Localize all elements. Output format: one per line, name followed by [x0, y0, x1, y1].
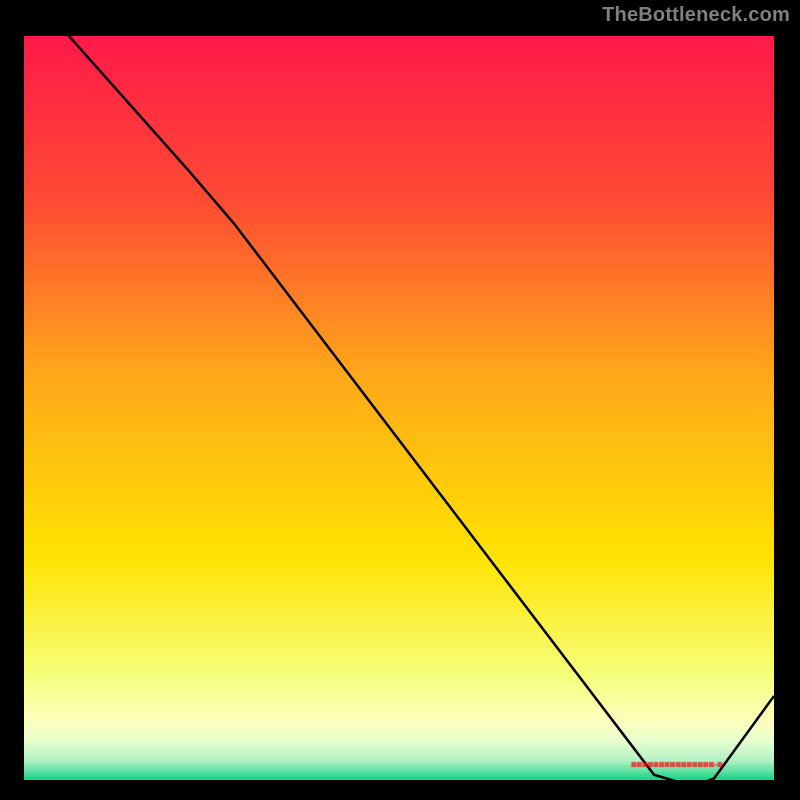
annotation-0: ■■■■■■■■■■■■■■■-■ [631, 759, 722, 770]
chart-stage: TheBottleneck.com ■■■■■■■■■■■■■■■-■ [0, 0, 800, 800]
plot-inner: ■■■■■■■■■■■■■■■-■ [24, 36, 774, 776]
chart-click-area[interactable] [24, 36, 774, 776]
plot-area: ■■■■■■■■■■■■■■■-■ [18, 30, 780, 782]
attribution-label: TheBottleneck.com [602, 4, 790, 27]
